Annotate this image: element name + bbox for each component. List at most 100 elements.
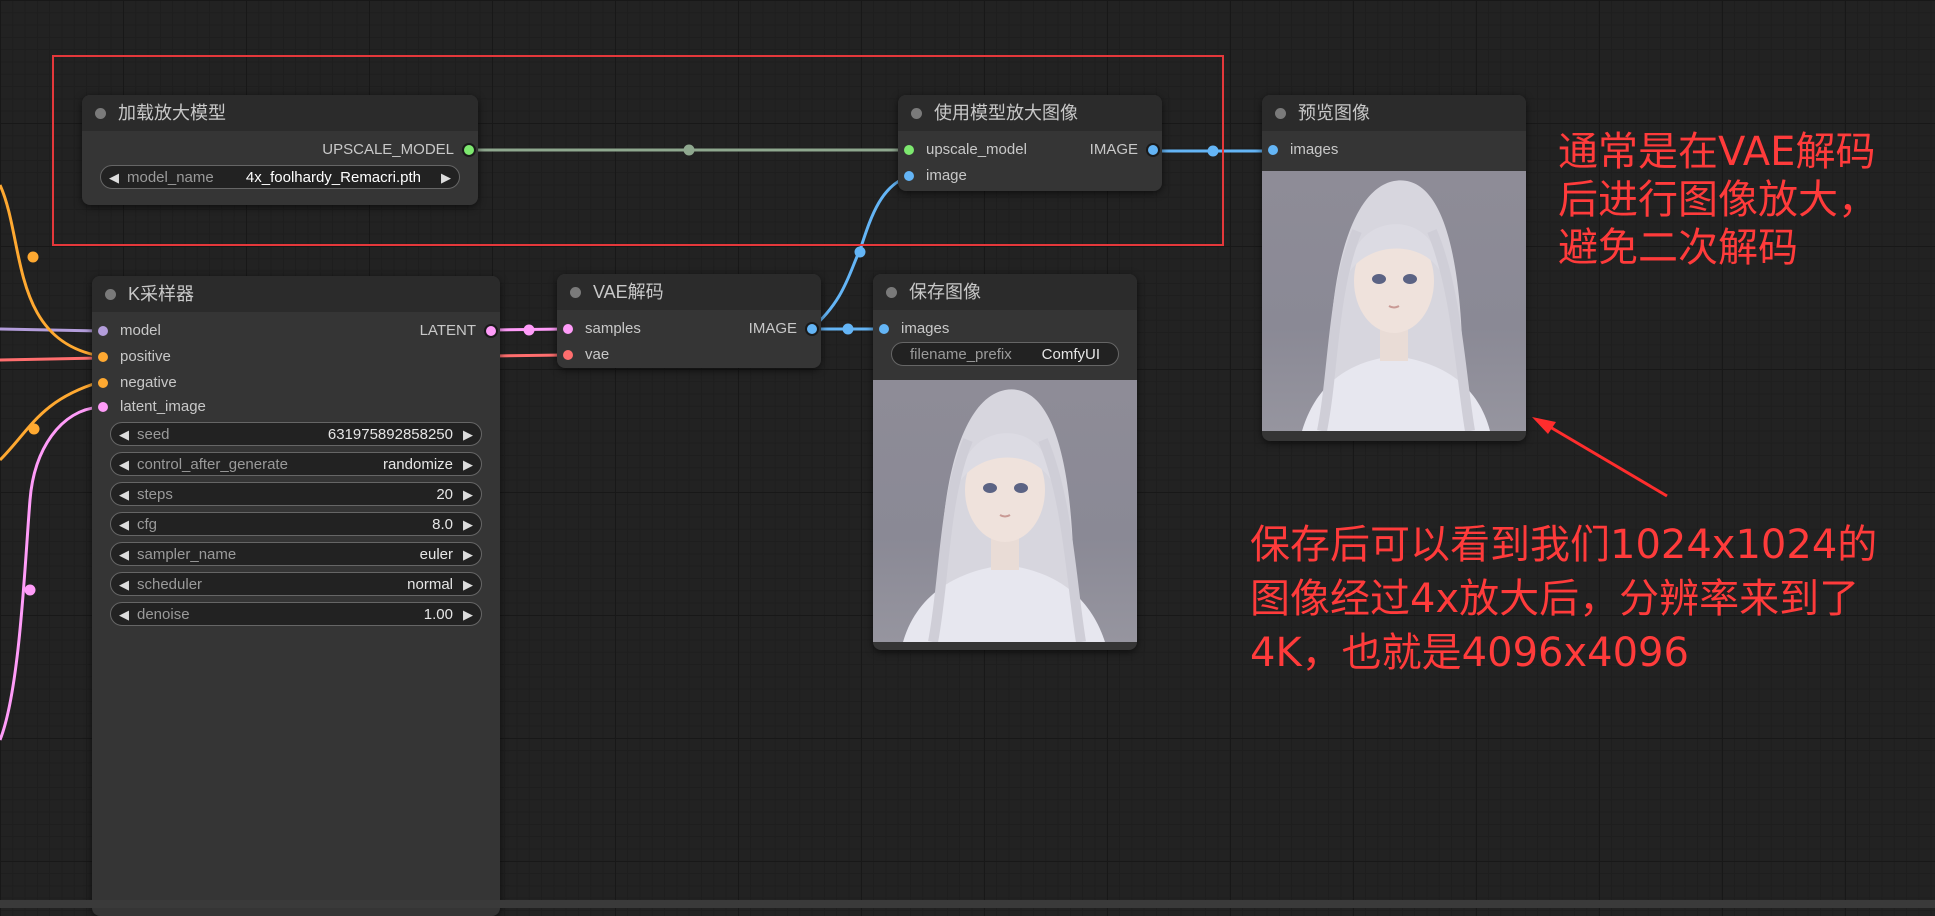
vae-decode-node[interactable]: VAE解码 samples vae IMAGE	[557, 274, 821, 368]
triangle-left-icon[interactable]: ◀	[109, 166, 119, 190]
output-label: LATENT	[419, 322, 476, 339]
widget-label: cfg	[137, 516, 158, 533]
control-after-generate-widget[interactable]: ◀ control_after_generate randomize ▶	[110, 452, 482, 476]
input-pin[interactable]	[98, 402, 108, 412]
input-pin[interactable]	[98, 378, 108, 388]
seed-widget[interactable]: ◀ seed 631975892858250 ▶	[110, 422, 482, 446]
annotation-bottom: 保存后可以看到我们1024x1024的 图像经过4x放大后，分辨率来到了 4K，…	[1250, 518, 1877, 680]
ksampler-node[interactable]: K采样器 model positive negative latent_imag…	[92, 276, 500, 916]
input-upscale-model[interactable]: upscale_model	[904, 141, 1027, 159]
input-pin[interactable]	[563, 350, 573, 360]
widget-value: 8.0	[432, 516, 453, 533]
preview-image[interactable]	[1262, 171, 1526, 431]
triangle-right-icon[interactable]: ▶	[463, 603, 473, 627]
output-image[interactable]: IMAGE	[1090, 141, 1158, 159]
output-upscale-model[interactable]: UPSCALE_MODEL	[322, 141, 474, 159]
node-collapse-dot[interactable]	[1275, 108, 1286, 119]
widget-value: normal	[407, 576, 453, 593]
triangle-left-icon[interactable]: ◀	[119, 423, 129, 447]
input-pin[interactable]	[98, 352, 108, 362]
input-images[interactable]: images	[879, 320, 949, 338]
filename-prefix-input[interactable]: filename_prefix ComfyUI	[891, 342, 1119, 366]
triangle-right-icon[interactable]: ▶	[463, 483, 473, 507]
output-pin[interactable]	[464, 145, 474, 155]
wire-reroute-dot	[842, 323, 854, 335]
output-latent[interactable]: LATENT	[419, 322, 496, 340]
save-image-node[interactable]: 保存图像 images filename_prefix ComfyUI	[873, 274, 1137, 650]
input-positive[interactable]: positive	[98, 348, 171, 366]
triangle-left-icon[interactable]: ◀	[119, 543, 129, 567]
node-collapse-dot[interactable]	[105, 289, 116, 300]
node-title[interactable]: 保存图像	[873, 274, 1137, 310]
input-images[interactable]: images	[1268, 141, 1338, 159]
node-collapse-dot[interactable]	[570, 287, 581, 298]
node-title[interactable]: 预览图像	[1262, 95, 1526, 131]
image-upscale-with-model-node[interactable]: 使用模型放大图像 upscale_model image IMAGE	[898, 95, 1162, 191]
annotation-top: 通常是在VAE解码 后进行图像放大， 避免二次解码	[1558, 128, 1878, 272]
triangle-left-icon[interactable]: ◀	[119, 573, 129, 597]
triangle-right-icon[interactable]: ▶	[441, 166, 451, 190]
cfg-widget[interactable]: ◀ cfg 8.0 ▶	[110, 512, 482, 536]
node-title-text: 使用模型放大图像	[934, 103, 1078, 123]
wire-reroute-dot	[854, 246, 866, 258]
widget-value: 20	[436, 486, 453, 503]
scheduler-widget[interactable]: ◀ scheduler normal ▶	[110, 572, 482, 596]
denoise-widget[interactable]: ◀ denoise 1.00 ▶	[110, 602, 482, 626]
annotation-line: 图像经过4x放大后，分辨率来到了	[1250, 576, 1860, 622]
preview-image-node[interactable]: 预览图像 images	[1262, 95, 1526, 441]
input-pin[interactable]	[904, 145, 914, 155]
output-pin[interactable]	[486, 326, 496, 336]
output-label: UPSCALE_MODEL	[322, 141, 454, 158]
input-pin[interactable]	[879, 324, 889, 334]
triangle-right-icon[interactable]: ▶	[463, 513, 473, 537]
triangle-right-icon[interactable]: ▶	[463, 573, 473, 597]
widget-label: filename_prefix	[910, 346, 1012, 363]
output-image[interactable]: IMAGE	[748, 320, 817, 338]
node-collapse-dot[interactable]	[95, 108, 106, 119]
input-label: model	[120, 322, 161, 339]
widget-label: scheduler	[137, 576, 203, 593]
model-name-combo[interactable]: ◀ model_name 4x_foolhardy_Remacri.pth ▶	[100, 165, 460, 189]
input-negative[interactable]: negative	[98, 374, 177, 392]
triangle-right-icon[interactable]: ▶	[463, 453, 473, 477]
node-title[interactable]: 加载放大模型	[82, 95, 478, 131]
saved-image-preview[interactable]	[873, 380, 1137, 642]
input-label: vae	[585, 346, 610, 363]
widget-value: ComfyUI	[1041, 346, 1100, 363]
node-collapse-dot[interactable]	[886, 287, 897, 298]
upscale-model-loader-node[interactable]: 加载放大模型 UPSCALE_MODEL ◀ model_name 4x_foo…	[82, 95, 478, 205]
output-label: IMAGE	[748, 320, 797, 337]
output-pin[interactable]	[807, 324, 817, 334]
input-model[interactable]: model	[98, 322, 161, 340]
node-title[interactable]: VAE解码	[557, 274, 821, 310]
triangle-right-icon[interactable]: ▶	[463, 423, 473, 447]
triangle-left-icon[interactable]: ◀	[119, 603, 129, 627]
bottom-scrollbar[interactable]	[0, 900, 1935, 908]
triangle-left-icon[interactable]: ◀	[119, 453, 129, 477]
arrow-annotation-head	[1532, 417, 1556, 434]
wire-reroute-dot	[24, 584, 36, 596]
node-title[interactable]: 使用模型放大图像	[898, 95, 1162, 131]
sampler-name-widget[interactable]: ◀ sampler_name euler ▶	[110, 542, 482, 566]
portrait-illustration	[903, 389, 1105, 642]
widget-label: control_after_generate	[137, 456, 288, 473]
triangle-left-icon[interactable]: ◀	[119, 483, 129, 507]
node-collapse-dot[interactable]	[911, 108, 922, 119]
node-title-text: 预览图像	[1298, 103, 1370, 123]
arrow-annotation	[1544, 422, 1668, 498]
input-pin[interactable]	[98, 326, 108, 336]
input-pin[interactable]	[563, 324, 573, 334]
input-pin[interactable]	[904, 171, 914, 181]
widget-label: denoise	[137, 606, 190, 623]
node-title[interactable]: K采样器	[92, 276, 500, 312]
input-vae[interactable]: vae	[563, 346, 610, 364]
output-pin[interactable]	[1148, 145, 1158, 155]
triangle-left-icon[interactable]: ◀	[119, 513, 129, 537]
input-pin[interactable]	[1268, 145, 1278, 155]
triangle-right-icon[interactable]: ▶	[463, 543, 473, 567]
input-samples[interactable]: samples	[563, 320, 641, 338]
input-latent-image[interactable]: latent_image	[98, 398, 206, 416]
input-image[interactable]: image	[904, 167, 967, 185]
steps-widget[interactable]: ◀ steps 20 ▶	[110, 482, 482, 506]
input-label: latent_image	[120, 398, 206, 415]
